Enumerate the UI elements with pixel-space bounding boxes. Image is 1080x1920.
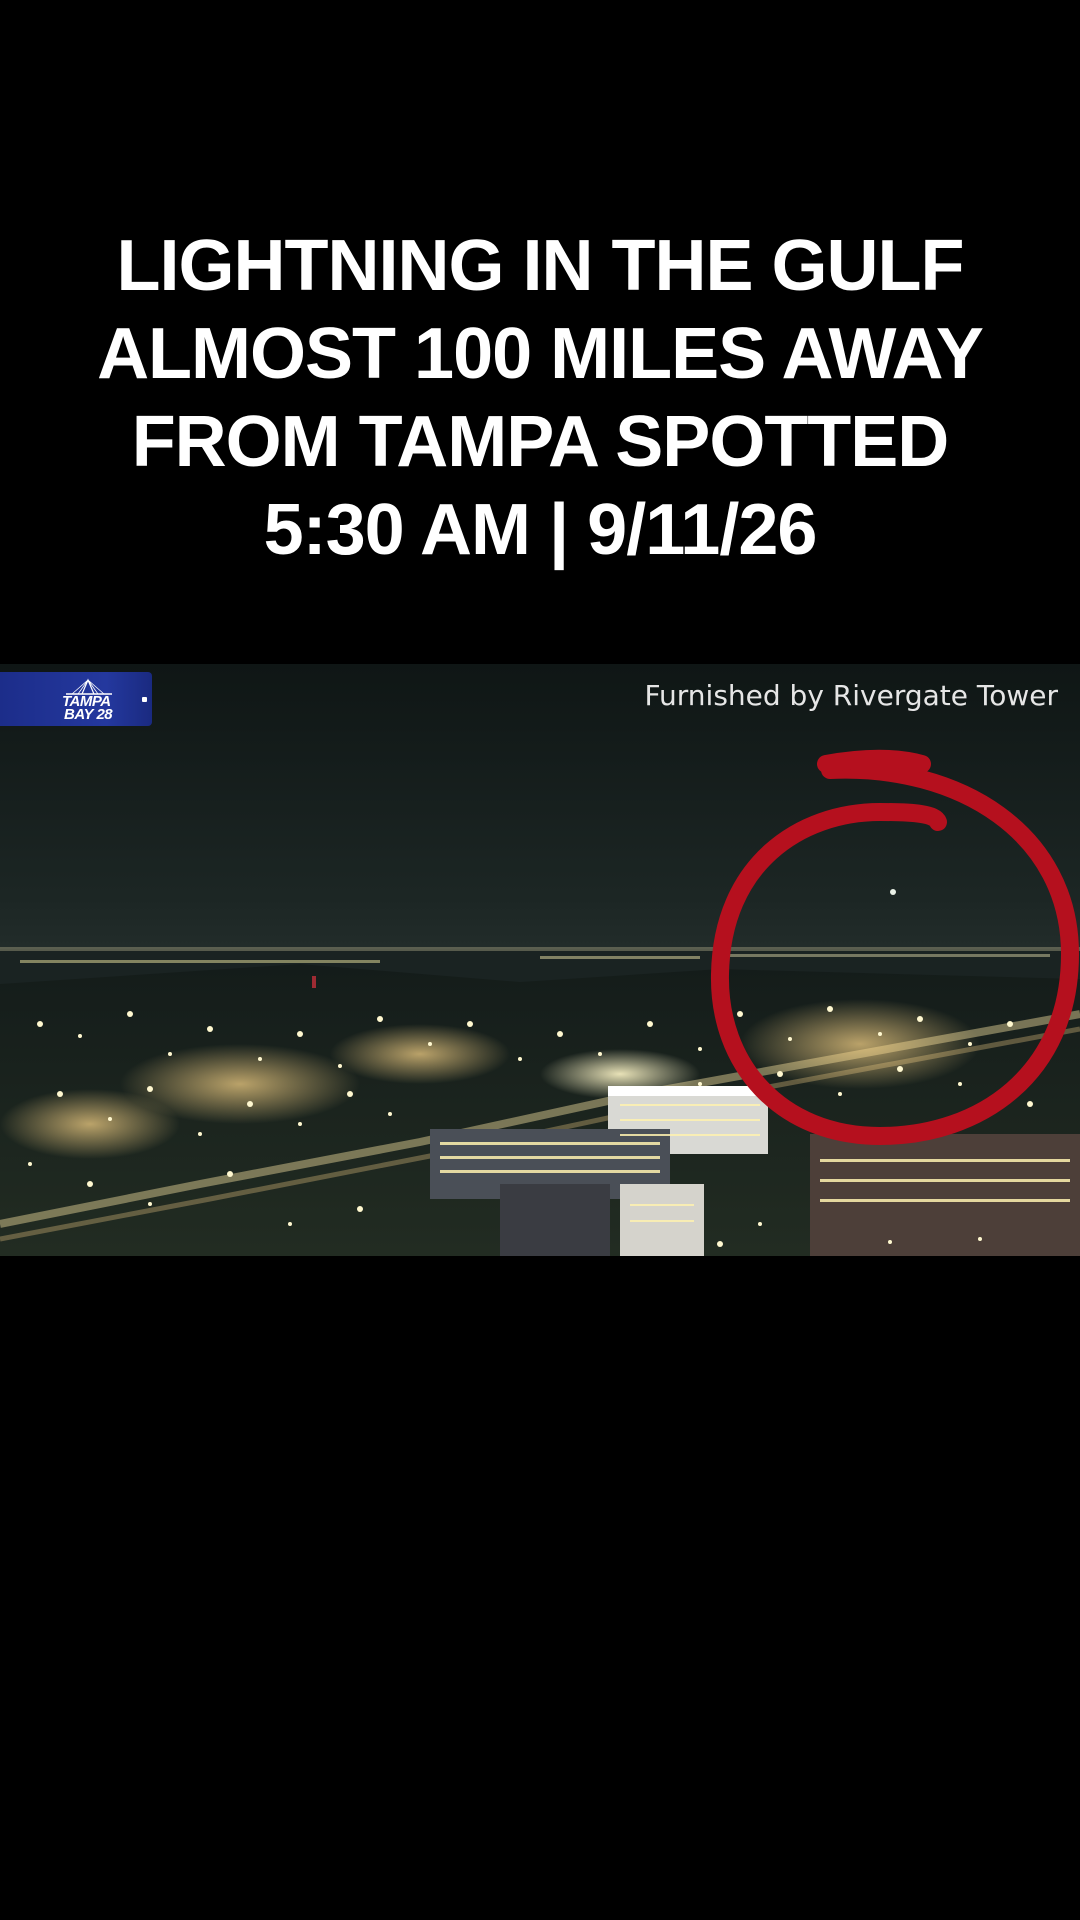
caption-line-1: LIGHTNING IN THE GULF — [116, 226, 965, 306]
video-frame[interactable]: TAMPA BAY 28 Furnished by Rivergate Towe… — [0, 664, 1080, 1256]
logo-dot — [142, 697, 147, 702]
caption-line-4: 5:30 AM | 9/11/26 — [263, 490, 818, 570]
station-logo-line-2: BAY 28 — [64, 706, 113, 723]
caption-line-3: FROM TAMPA SPOTTED — [131, 402, 950, 482]
station-logo: TAMPA BAY 28 — [0, 672, 152, 726]
caption: LIGHTNING IN THE GULF ALMOST 100 MILES A… — [0, 222, 1080, 574]
red-annotation-circle — [710, 749, 1080, 1146]
camera-credit: Furnished by Rivergate Tower — [644, 679, 1058, 712]
caption-line-2: ALMOST 100 MILES AWAY — [97, 314, 984, 394]
